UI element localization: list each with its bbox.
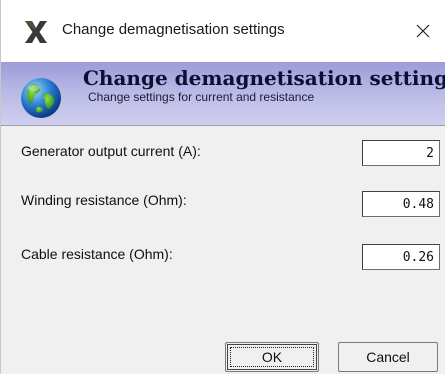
- header-divider: [1, 125, 445, 126]
- header-banner: Change demagnetisation settings Change s…: [1, 62, 445, 125]
- cable-resistance-input[interactable]: [362, 244, 440, 270]
- cancel-button-label: Cancel: [366, 349, 410, 365]
- winding-resistance-input[interactable]: [362, 191, 440, 217]
- ok-button-label: OK: [261, 349, 283, 365]
- ok-button[interactable]: OK: [225, 342, 319, 372]
- generator-current-label: Generator output current (A):: [21, 143, 201, 159]
- close-icon: [416, 24, 430, 38]
- window-title: Change demagnetisation settings: [62, 21, 285, 38]
- header-subtitle: Change settings for current and resistan…: [88, 90, 315, 104]
- globe-icon: [21, 78, 61, 118]
- winding-resistance-label: Winding resistance (Ohm):: [21, 192, 187, 208]
- cancel-button[interactable]: Cancel: [338, 342, 438, 372]
- title-bar[interactable]: Change demagnetisation settings: [1, 0, 445, 62]
- x-logo-icon: [25, 21, 47, 43]
- dialog-window: Change demagnetisation settings Change d…: [0, 0, 445, 374]
- cable-resistance-label: Cable resistance (Ohm):: [21, 246, 173, 262]
- generator-current-input[interactable]: [362, 140, 440, 166]
- close-button[interactable]: [400, 0, 445, 62]
- header-title: Change demagnetisation settings: [83, 66, 445, 90]
